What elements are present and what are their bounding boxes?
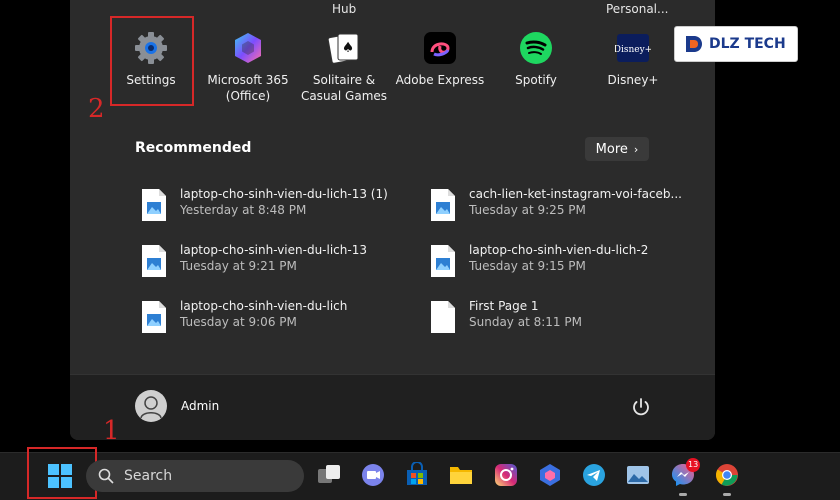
recommended-heading: Recommended bbox=[135, 140, 252, 156]
photos-icon[interactable] bbox=[625, 462, 651, 488]
search-icon bbox=[98, 468, 114, 484]
file-name: laptop-cho-sinh-vien-du-lich-13 bbox=[180, 243, 367, 257]
user-account-button[interactable]: Admin bbox=[135, 390, 219, 422]
image-file-icon bbox=[142, 301, 166, 333]
recommended-item[interactable]: laptop-cho-sinh-vien-du-lich Tuesday at … bbox=[140, 298, 347, 334]
taskbar-search-box[interactable]: Search bbox=[86, 460, 304, 492]
disney-plus-icon: Disney+ bbox=[615, 34, 651, 62]
chrome-running-indicator bbox=[723, 493, 731, 496]
more-button[interactable]: More › bbox=[585, 137, 649, 161]
file-name: laptop-cho-sinh-vien-du-lich bbox=[180, 299, 348, 313]
solitaire-icon: ♠ bbox=[327, 33, 359, 64]
image-file-icon bbox=[431, 189, 455, 221]
solitaire-app[interactable]: ♠ Solitaire & Casual Games bbox=[296, 30, 392, 104]
recommended-item[interactable]: laptop-cho-sinh-vien-du-lich-13 Tuesday … bbox=[140, 242, 367, 278]
disney-plus-app[interactable]: Disney+ Disney+ bbox=[585, 30, 681, 88]
chevron-right-icon: › bbox=[633, 142, 639, 156]
settings-highlight-box bbox=[110, 16, 194, 106]
messenger-running-indicator bbox=[679, 493, 687, 496]
file-name: First Page 1 bbox=[469, 299, 539, 313]
microsoft-365-app[interactable]: Microsoft 365 (Office) bbox=[200, 30, 296, 104]
personal-app-label[interactable]: Personal... bbox=[606, 2, 668, 16]
file-time: Tuesday at 9:21 PM bbox=[180, 259, 297, 273]
dlz-tech-logo: DLZ TECH bbox=[674, 26, 798, 62]
microsoft-365-icon bbox=[235, 33, 261, 63]
blank-file-icon bbox=[431, 301, 455, 333]
file-explorer-icon[interactable] bbox=[448, 462, 474, 488]
spotify-app-label: Spotify bbox=[515, 73, 557, 87]
logo-text: DLZ TECH bbox=[709, 36, 786, 52]
spotify-icon bbox=[520, 32, 552, 64]
microsoft-store-icon[interactable] bbox=[404, 462, 430, 488]
file-time: Sunday at 8:11 PM bbox=[469, 315, 582, 329]
step-2-label: 2 bbox=[88, 94, 105, 124]
step-1-label: 1 bbox=[103, 416, 120, 446]
file-time: Tuesday at 9:25 PM bbox=[469, 203, 586, 217]
adobe-express-app[interactable]: Adobe Express bbox=[392, 30, 488, 88]
copilot-icon[interactable] bbox=[537, 462, 563, 488]
adobe-express-app-label: Adobe Express bbox=[395, 73, 485, 87]
teams-chat-icon[interactable] bbox=[360, 462, 386, 488]
recommended-item[interactable]: laptop-cho-sinh-vien-du-lich-2 Tuesday a… bbox=[429, 242, 648, 278]
adobe-express-icon bbox=[424, 32, 456, 64]
user-name: Admin bbox=[181, 399, 220, 413]
task-view-icon[interactable] bbox=[316, 462, 342, 488]
image-file-icon bbox=[142, 189, 166, 221]
file-time: Yesterday at 8:48 PM bbox=[180, 203, 307, 217]
hub-app-label[interactable]: Hub bbox=[332, 2, 356, 16]
chrome-icon[interactable] bbox=[714, 462, 740, 488]
more-button-label: More bbox=[595, 141, 628, 157]
user-icon bbox=[140, 396, 162, 419]
avatar bbox=[135, 390, 167, 422]
file-time: Tuesday at 9:06 PM bbox=[180, 315, 297, 329]
search-placeholder: Search bbox=[124, 468, 173, 484]
image-file-icon bbox=[431, 245, 455, 277]
svg-text:Disney+: Disney+ bbox=[615, 45, 651, 55]
recommended-item[interactable]: laptop-cho-sinh-vien-du-lich-13 (1) Yest… bbox=[140, 186, 388, 222]
telegram-icon[interactable] bbox=[581, 462, 607, 488]
disney-plus-app-label: Disney+ bbox=[607, 73, 659, 87]
recommended-item[interactable]: cach-lien-ket-instagram-voi-faceb... Tue… bbox=[429, 186, 682, 222]
microsoft-365-app-label: Microsoft 365 (Office) bbox=[207, 73, 289, 103]
recommended-item[interactable]: First Page 1 Sunday at 8:11 PM bbox=[429, 298, 582, 334]
solitaire-app-label: Solitaire & Casual Games bbox=[300, 73, 388, 103]
image-file-icon bbox=[142, 245, 166, 277]
svg-text:♠: ♠ bbox=[342, 40, 355, 56]
power-icon[interactable] bbox=[630, 396, 652, 418]
file-time: Tuesday at 9:15 PM bbox=[469, 259, 586, 273]
spotify-app[interactable]: Spotify bbox=[488, 30, 584, 88]
file-name: laptop-cho-sinh-vien-du-lich-2 bbox=[469, 243, 649, 257]
instagram-icon[interactable] bbox=[493, 462, 519, 488]
file-name: cach-lien-ket-instagram-voi-faceb... bbox=[469, 187, 682, 201]
dlz-logo-mark bbox=[686, 36, 702, 52]
file-name: laptop-cho-sinh-vien-du-lich-13 (1) bbox=[180, 187, 388, 201]
